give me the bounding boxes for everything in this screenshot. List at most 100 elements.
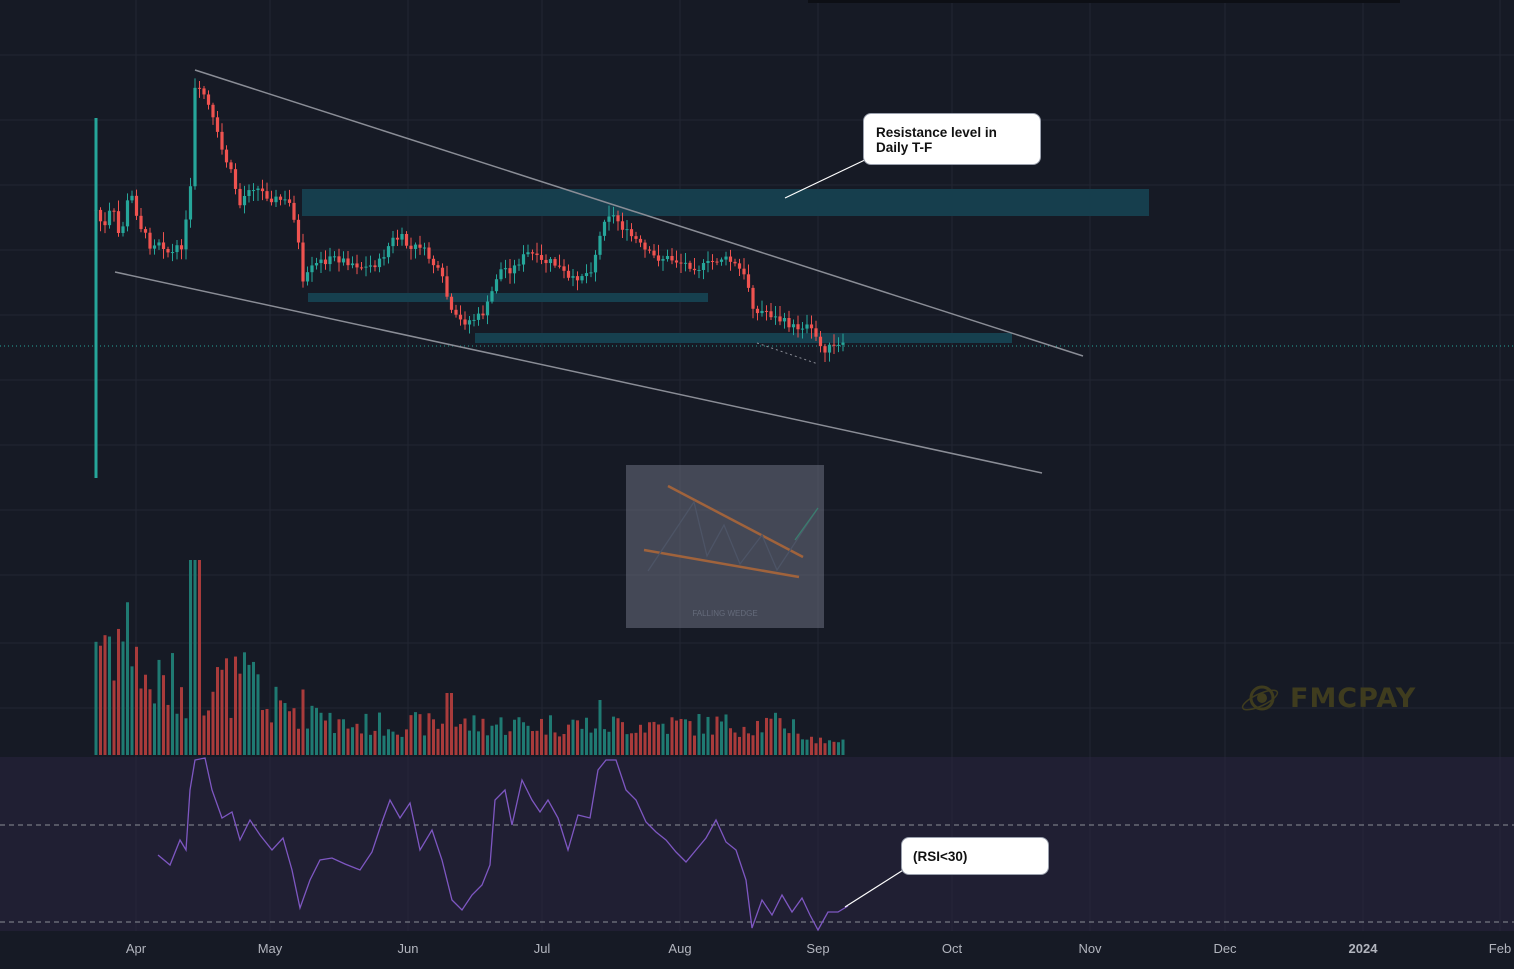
volume-bar — [823, 743, 827, 755]
volume-bar — [297, 728, 300, 755]
x-tick-label: Feb — [1488, 941, 1512, 956]
candle-body — [512, 265, 517, 274]
candle-body — [778, 316, 782, 322]
price-chart[interactable] — [0, 0, 1514, 969]
candle-body — [233, 169, 238, 189]
volume-bar — [589, 732, 593, 755]
candle-body — [508, 268, 512, 274]
candle-body — [256, 188, 260, 191]
volume-bar — [256, 674, 260, 755]
volume-bar — [715, 716, 719, 755]
candle-body — [503, 268, 508, 270]
candle-body — [517, 264, 521, 266]
candle-body — [773, 316, 778, 318]
candle-body — [724, 256, 728, 260]
volume-bar — [229, 717, 233, 755]
candle-body — [445, 276, 449, 297]
volume-bar — [792, 719, 795, 755]
candle-body — [607, 216, 611, 222]
volume-bar — [634, 732, 638, 755]
resistance-zone — [302, 189, 1149, 216]
volume-bar — [355, 723, 359, 755]
volume-bar — [729, 728, 732, 755]
volume-bar — [315, 707, 318, 755]
volume-bar — [612, 716, 615, 755]
volume-bar — [108, 636, 111, 755]
candle-body — [616, 215, 620, 222]
volume-bar — [711, 734, 714, 755]
volume-bar — [117, 628, 120, 755]
candle-body — [413, 244, 418, 249]
volume-bar — [535, 730, 539, 755]
rsi-callout: (RSI<30) — [901, 837, 1049, 875]
volume-bar — [189, 560, 192, 755]
volume-bar — [598, 700, 602, 755]
x-tick-label: Dec — [1213, 941, 1237, 956]
candle-body — [814, 328, 818, 337]
candle-body — [179, 245, 184, 250]
volume-bar — [207, 710, 210, 755]
candle-body — [332, 256, 337, 258]
candle-body — [166, 248, 170, 253]
candle-body — [796, 324, 800, 330]
volume-bar — [814, 743, 818, 755]
x-tick-label: Apr — [125, 941, 147, 956]
candle-body — [589, 272, 593, 274]
candle-body — [521, 254, 526, 265]
volume-bar — [198, 560, 201, 755]
candle-body — [593, 254, 598, 273]
volume-bar — [517, 717, 521, 755]
volume-bar — [373, 730, 377, 755]
volume-bar — [684, 719, 687, 755]
candle-body — [733, 261, 737, 264]
volume-bar — [675, 720, 678, 755]
candle-body — [688, 262, 692, 269]
volume-bar — [733, 732, 737, 755]
volume-bar — [130, 666, 134, 755]
volume-bar — [693, 735, 696, 755]
candle-body — [287, 199, 292, 203]
volume-bar — [103, 635, 107, 755]
volume-bar — [382, 735, 386, 755]
volume-bar — [306, 728, 309, 755]
volume-bar — [333, 733, 336, 755]
support-zone-upper — [308, 293, 708, 302]
candle-body — [647, 249, 652, 251]
candle-body — [346, 258, 350, 266]
candle-body — [355, 263, 359, 268]
candle-body — [323, 259, 328, 265]
volume-bar — [652, 721, 656, 755]
candle-body — [539, 255, 544, 260]
volume-bar — [288, 711, 291, 755]
volume-bar — [234, 656, 237, 755]
candle-body — [175, 245, 179, 253]
candle-body — [152, 245, 157, 249]
volume-bar — [472, 715, 476, 755]
volume-bar — [324, 720, 327, 755]
volume-bar — [837, 742, 840, 755]
volume-bar — [423, 735, 426, 755]
candle-body — [184, 219, 188, 250]
volume-bar — [585, 717, 588, 755]
candle-body — [449, 296, 454, 310]
candle-body — [368, 265, 373, 267]
volume-bar — [454, 726, 458, 755]
candle-body — [836, 344, 841, 346]
volume-bar — [747, 733, 750, 755]
volume-bar — [522, 722, 525, 755]
candle-body — [485, 301, 490, 316]
candle-body — [224, 149, 229, 163]
candle-body — [476, 313, 481, 320]
volume-bar — [504, 734, 507, 755]
volume-bar — [481, 718, 485, 755]
candle-body — [728, 256, 733, 262]
volume-bar — [94, 641, 98, 755]
candle-body — [386, 246, 391, 258]
candle-body — [548, 259, 553, 264]
candle-body — [373, 265, 377, 268]
volume-bar — [445, 693, 449, 755]
volume-bar — [783, 728, 786, 755]
volume-bar — [391, 731, 395, 755]
volume-bar — [328, 712, 332, 755]
volume-bar — [409, 715, 413, 755]
